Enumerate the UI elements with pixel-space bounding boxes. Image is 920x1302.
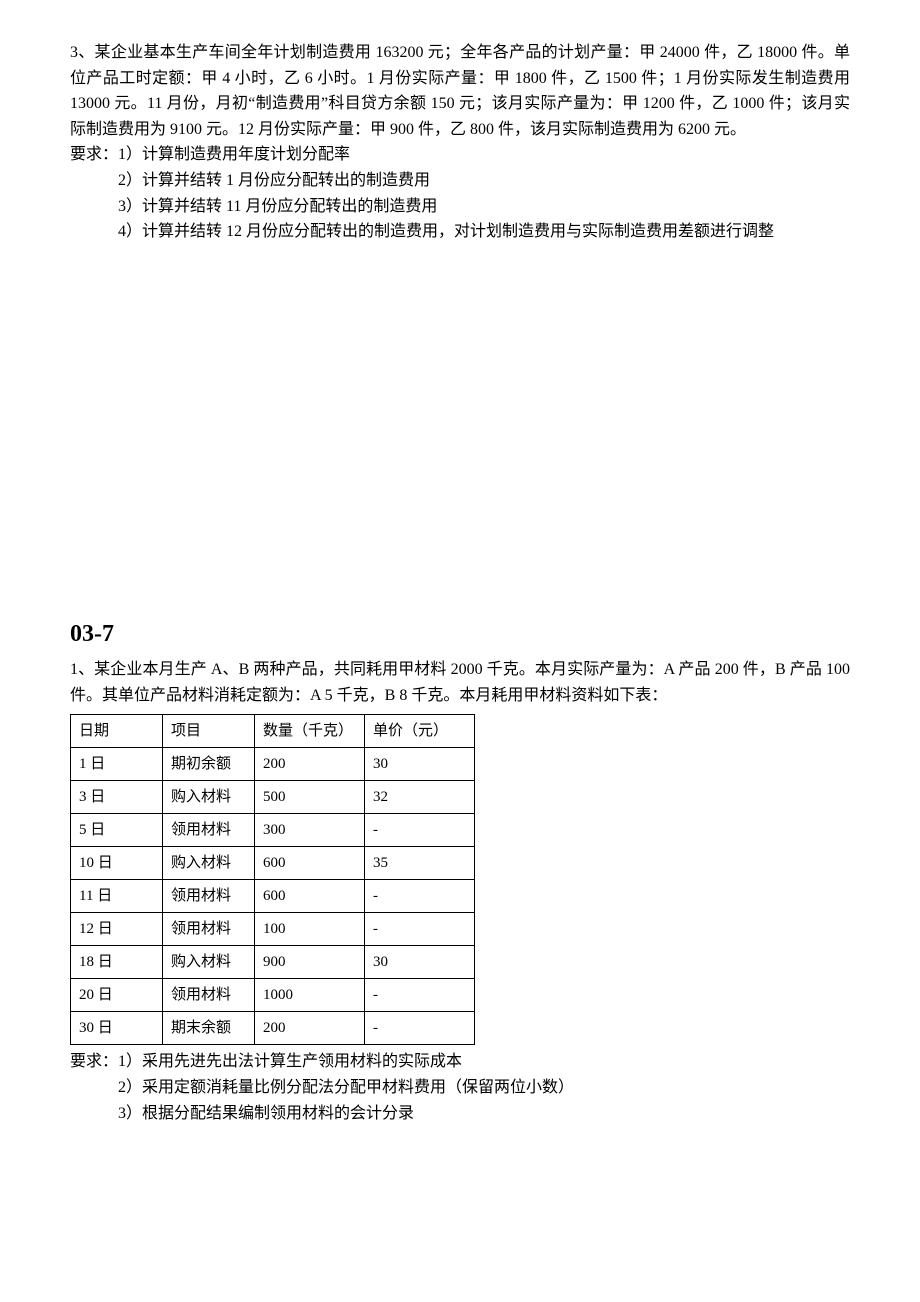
cell-date: 1 日 xyxy=(71,748,163,781)
cell-item: 购入材料 xyxy=(163,781,255,814)
cell-qty: 200 xyxy=(255,1012,365,1045)
question-3-req-4: 4）计算并结转 12 月份应分配转出的制造费用，对计划制造费用与实际制造费用差额… xyxy=(70,219,850,245)
question-3-text: 3、某企业基本生产车间全年计划制造费用 163200 元；全年各产品的计划产量：… xyxy=(70,40,850,142)
cell-qty: 900 xyxy=(255,946,365,979)
cell-price: 30 xyxy=(365,748,475,781)
table-row: 5 日 领用材料 300 - xyxy=(71,814,475,847)
cell-date: 18 日 xyxy=(71,946,163,979)
table-row: 20 日 领用材料 1000 - xyxy=(71,979,475,1012)
cell-item: 领用材料 xyxy=(163,880,255,913)
cell-date: 5 日 xyxy=(71,814,163,847)
cell-qty: 1000 xyxy=(255,979,365,1012)
cell-price: - xyxy=(365,913,475,946)
cell-item: 领用材料 xyxy=(163,814,255,847)
cell-price: - xyxy=(365,880,475,913)
cell-price: - xyxy=(365,979,475,1012)
cell-item: 购入材料 xyxy=(163,946,255,979)
question-3-req-1: 要求：1）计算制造费用年度计划分配率 xyxy=(70,142,850,168)
question-1-text: 1、某企业本月生产 A、B 两种产品，共同耗用甲材料 2000 千克。本月实际产… xyxy=(70,657,850,708)
table-row: 18 日 购入材料 900 30 xyxy=(71,946,475,979)
table-header-date: 日期 xyxy=(71,715,163,748)
cell-qty: 500 xyxy=(255,781,365,814)
question-1-req-3: 3）根据分配结果编制领用材料的会计分录 xyxy=(70,1101,850,1127)
cell-price: - xyxy=(365,1012,475,1045)
question-1-req-2: 2）采用定额消耗量比例分配法分配甲材料费用（保留两位小数） xyxy=(70,1075,850,1101)
cell-date: 3 日 xyxy=(71,781,163,814)
question-3: 3、某企业基本生产车间全年计划制造费用 163200 元；全年各产品的计划产量：… xyxy=(70,40,850,245)
cell-qty: 200 xyxy=(255,748,365,781)
cell-qty: 600 xyxy=(255,847,365,880)
cell-price: 30 xyxy=(365,946,475,979)
table-row: 3 日 购入材料 500 32 xyxy=(71,781,475,814)
table-header-item: 项目 xyxy=(163,715,255,748)
section-heading: 03-7 xyxy=(70,615,850,653)
table-header-price: 单价（元） xyxy=(365,715,475,748)
cell-date: 12 日 xyxy=(71,913,163,946)
cell-item: 领用材料 xyxy=(163,913,255,946)
table-row: 30 日 期末余额 200 - xyxy=(71,1012,475,1045)
cell-price: - xyxy=(365,814,475,847)
cell-date: 30 日 xyxy=(71,1012,163,1045)
cell-item: 领用材料 xyxy=(163,979,255,1012)
whitespace-gap xyxy=(70,255,850,615)
cell-item: 期末余额 xyxy=(163,1012,255,1045)
question-1: 1、某企业本月生产 A、B 两种产品，共同耗用甲材料 2000 千克。本月实际产… xyxy=(70,657,850,1126)
cell-price: 35 xyxy=(365,847,475,880)
question-1-req-1: 要求：1）采用先进先出法计算生产领用材料的实际成本 xyxy=(70,1049,850,1075)
cell-qty: 600 xyxy=(255,880,365,913)
cell-date: 10 日 xyxy=(71,847,163,880)
cell-item: 期初余额 xyxy=(163,748,255,781)
table-header-qty: 数量（千克） xyxy=(255,715,365,748)
cell-item: 购入材料 xyxy=(163,847,255,880)
cell-qty: 300 xyxy=(255,814,365,847)
question-3-req-3: 3）计算并结转 11 月份应分配转出的制造费用 xyxy=(70,194,850,220)
question-3-req-2: 2）计算并结转 1 月份应分配转出的制造费用 xyxy=(70,168,850,194)
table-row: 1 日 期初余额 200 30 xyxy=(71,748,475,781)
cell-price: 32 xyxy=(365,781,475,814)
table-header-row: 日期 项目 数量（千克） 单价（元） xyxy=(71,715,475,748)
cell-date: 20 日 xyxy=(71,979,163,1012)
table-row: 11 日 领用材料 600 - xyxy=(71,880,475,913)
cell-qty: 100 xyxy=(255,913,365,946)
cell-date: 11 日 xyxy=(71,880,163,913)
table-row: 10 日 购入材料 600 35 xyxy=(71,847,475,880)
material-table: 日期 项目 数量（千克） 单价（元） 1 日 期初余额 200 30 3 日 购… xyxy=(70,714,475,1045)
table-row: 12 日 领用材料 100 - xyxy=(71,913,475,946)
